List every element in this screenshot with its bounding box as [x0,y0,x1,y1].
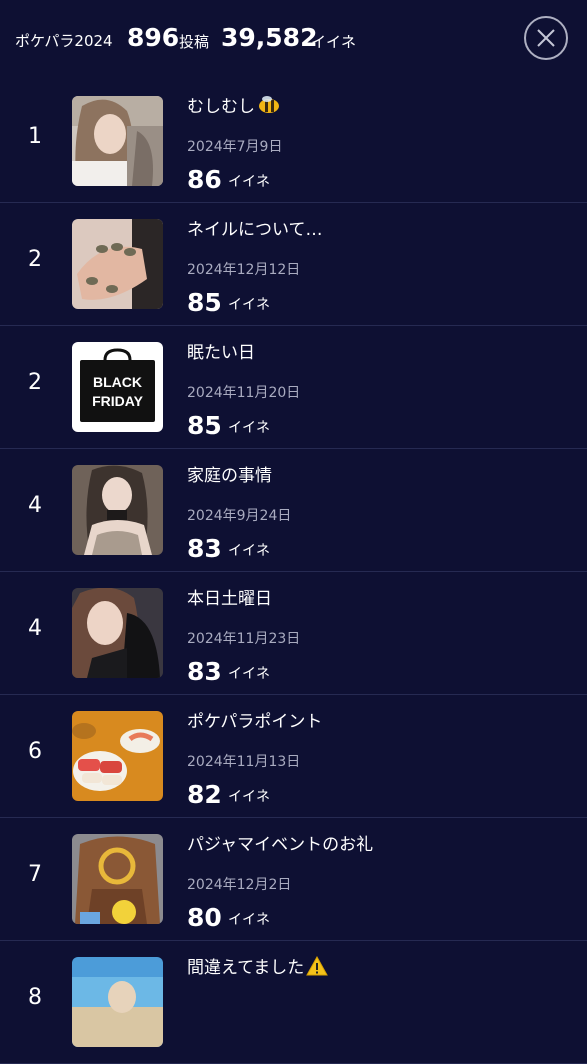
rank-number: 6 [28,739,42,764]
rank-number: 4 [28,616,42,641]
likes-count: 85 [187,288,222,317]
list-item[interactable]: 1 むしむし 2024年7月9日 86 イイネ [0,80,587,203]
close-button[interactable] [524,16,568,60]
likes-count: 82 [187,780,222,809]
post-date: 2024年11月13日 [187,754,301,770]
black-friday-text-2: FRIDAY [92,393,143,409]
post-date: 2024年12月12日 [187,262,301,278]
likes-count: 83 [187,534,222,563]
woman-photo-icon [72,588,163,678]
likes-unit: イイネ [228,789,270,805]
post-title[interactable]: ネイルについて… [187,220,323,240]
post-date: 2024年9月24日 [187,508,292,524]
post-title[interactable]: パジャマイベントのお礼 [187,835,373,855]
rank-number: 2 [28,247,42,272]
header-title: ポケパラ2024 [15,32,113,50]
post-thumbnail[interactable] [72,96,163,186]
posts-count: 896 [127,23,180,52]
post-thumbnail[interactable] [72,465,163,555]
beach-photo-icon [72,957,163,1047]
likes-count: 83 [187,657,222,686]
rank-number: 4 [28,493,42,518]
total-likes-count: 39,582 [221,23,318,52]
close-icon [537,29,555,47]
rank-number: 2 [28,370,42,395]
likes-unit: イイネ [228,174,270,190]
post-thumbnail[interactable] [72,219,163,309]
post-date: 2024年11月23日 [187,631,301,647]
likes-count: 80 [187,903,222,932]
likes-unit: イイネ [228,297,270,313]
post-thumbnail[interactable] [72,957,163,1047]
list-item[interactable]: 7 パジャマイベントのお礼 2024年12月2日 80 イイネ [0,818,587,941]
bee-emoji-icon [257,95,281,120]
list-item[interactable]: 4 家庭の事情 2024年9月24日 83 イイネ [0,449,587,572]
post-ranking-list: 1 むしむし 2024年7月9日 86 イイネ 2 ネイルについて… 2024年… [0,80,587,1064]
woman-photo-icon [72,96,163,186]
post-thumbnail[interactable] [72,588,163,678]
likes-unit: イイネ [228,420,270,436]
woman-photo-icon [72,465,163,555]
post-date: 2024年7月9日 [187,139,283,155]
list-item[interactable]: 6 ポケパラポイント 2024年11月13日 82 イイネ [0,695,587,818]
total-likes-unit: イイネ [311,33,357,51]
warning-emoji-icon [306,955,329,981]
post-title[interactable]: 間違えてました [187,958,304,978]
rank-number: 7 [28,862,42,887]
post-title[interactable]: 家庭の事情 [187,466,272,486]
post-date: 2024年11月20日 [187,385,301,401]
black-friday-text-1: BLACK [93,374,142,390]
list-item[interactable]: 2 ネイルについて… 2024年12月12日 85 イイネ [0,203,587,326]
likes-count: 85 [187,411,222,440]
list-item[interactable]: 2 BLACK FRIDAY 眠たい日 2024年11月20日 85 イイネ [0,326,587,449]
post-thumbnail[interactable] [72,711,163,801]
likes-count: 86 [187,165,222,194]
nails-photo-icon [72,219,163,309]
post-title[interactable]: 眠たい日 [187,343,255,363]
posts-unit: 投稿 [179,33,210,51]
post-title[interactable]: むしむし [187,97,255,117]
rank-number: 8 [28,985,42,1010]
sushi-photo-icon [72,711,163,801]
list-item[interactable]: 8 間違えてました [0,941,587,1064]
post-thumbnail[interactable]: BLACK FRIDAY [72,342,163,432]
list-item[interactable]: 4 本日土曜日 2024年11月23日 83 イイネ [0,572,587,695]
post-title[interactable]: ポケパラポイント [187,712,322,732]
header: ポケパラ2024 896 投稿 39,582 イイネ [0,0,587,80]
likes-unit: イイネ [228,543,270,559]
post-title[interactable]: 本日土曜日 [187,589,272,609]
likes-unit: イイネ [228,666,270,682]
post-date: 2024年12月2日 [187,877,292,893]
costume-photo-icon [72,834,163,924]
likes-unit: イイネ [228,912,270,928]
post-thumbnail[interactable] [72,834,163,924]
black-friday-image-icon: BLACK FRIDAY [72,342,163,432]
rank-number: 1 [28,124,42,149]
